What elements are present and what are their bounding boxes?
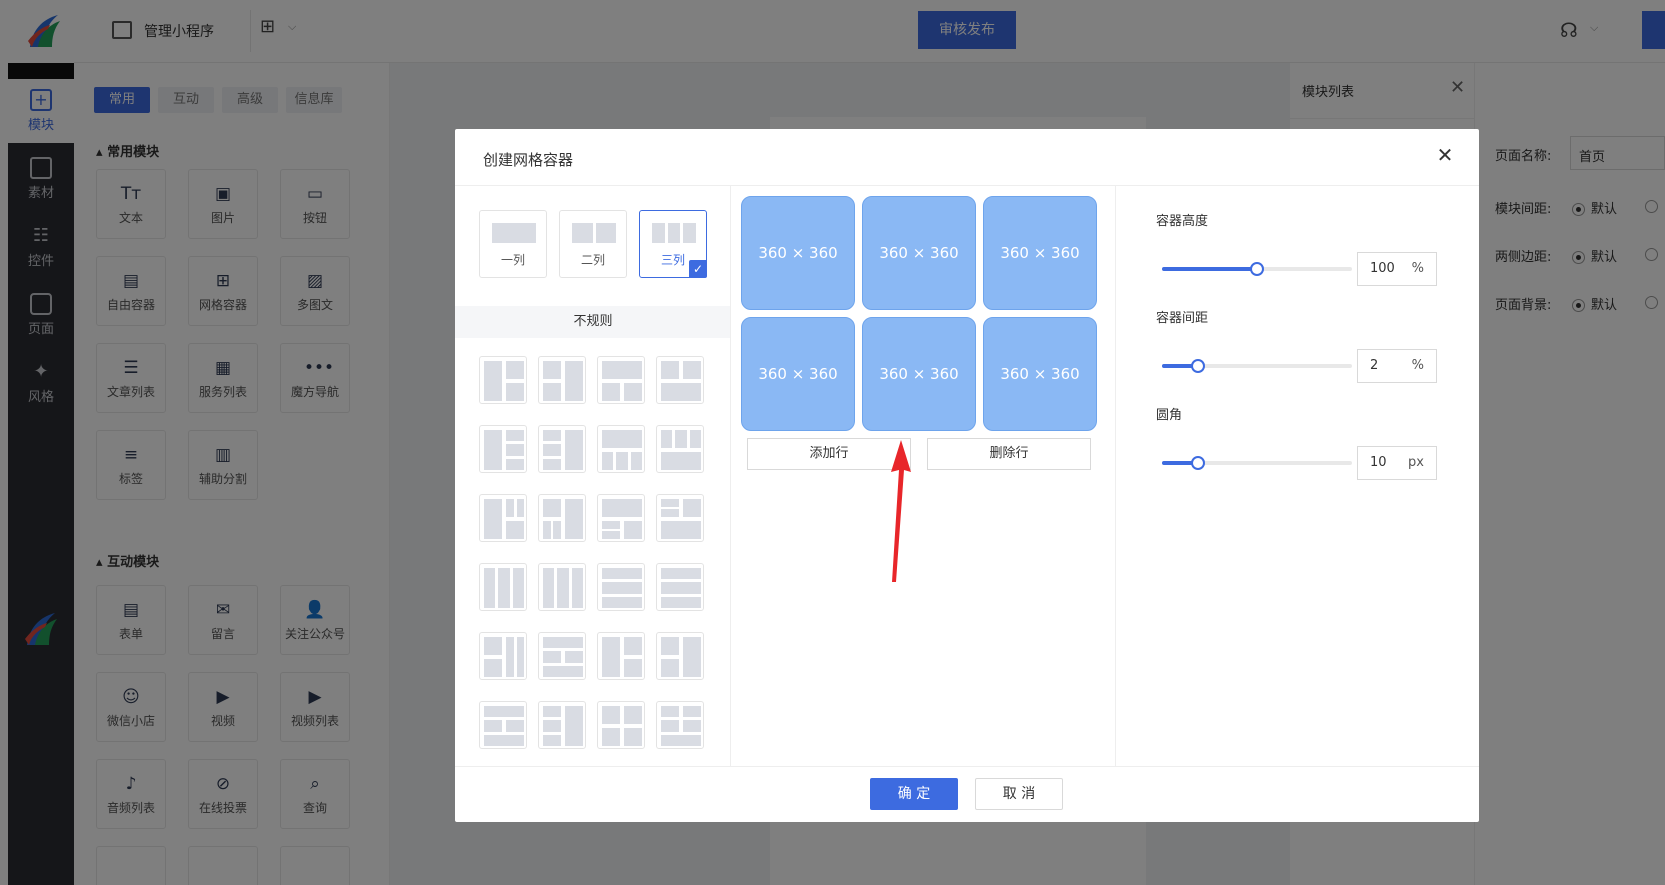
irregular-layout-option[interactable] xyxy=(597,563,645,611)
irregular-layout-option[interactable] xyxy=(597,356,645,404)
corner-radius-input[interactable]: 10 px xyxy=(1357,446,1437,480)
irregular-layout-option[interactable] xyxy=(479,563,527,611)
irregular-layout-option[interactable] xyxy=(538,701,586,749)
irregular-layout-option[interactable] xyxy=(538,425,586,473)
container-gap-label: 容器间距 xyxy=(1156,311,1209,326)
grid-cell[interactable]: 360 × 360 xyxy=(983,196,1097,310)
irregular-layout-option[interactable] xyxy=(479,356,527,404)
irregular-layout-option[interactable] xyxy=(656,425,704,473)
irregular-layout-option[interactable] xyxy=(479,425,527,473)
dialog-title: 创建网格容器 xyxy=(483,151,574,169)
irregular-layout-option[interactable] xyxy=(656,632,704,680)
irregular-layout-option[interactable] xyxy=(656,356,704,404)
irregular-layout-option[interactable] xyxy=(538,356,586,404)
slider-handle[interactable] xyxy=(1191,359,1206,373)
irregular-layout-option[interactable] xyxy=(479,632,527,680)
irregular-layout-option[interactable] xyxy=(597,632,645,680)
container-height-label: 容器高度 xyxy=(1156,214,1209,229)
grid-cell[interactable]: 360 × 360 xyxy=(862,196,976,310)
irregular-layout-option[interactable] xyxy=(479,494,527,542)
slider-handle[interactable] xyxy=(1250,262,1264,276)
layout-option-3-col[interactable]: 三列 ✓ xyxy=(639,210,707,278)
irregular-layout-option[interactable] xyxy=(597,701,645,749)
check-icon: ✓ xyxy=(689,260,707,278)
close-icon[interactable]: ✕ xyxy=(1433,143,1457,167)
irregular-layout-option[interactable] xyxy=(656,563,704,611)
container-gap-input[interactable]: 2% xyxy=(1357,349,1437,383)
container-gap-slider[interactable] xyxy=(1162,359,1352,373)
corner-radius-slider[interactable] xyxy=(1162,456,1352,470)
grid-cell[interactable]: 360 × 360 xyxy=(741,196,855,310)
slider-fill xyxy=(1162,267,1257,271)
layout-options-column: 一列 二列 三列 ✓ 不规则 xyxy=(455,186,731,766)
irregular-layout-option[interactable] xyxy=(656,701,704,749)
irregular-layout-option[interactable] xyxy=(538,494,586,542)
irregular-layout-option[interactable] xyxy=(656,494,704,542)
grid-preview-column: 360 × 360 360 × 360 360 × 360 360 × 360 360 … xyxy=(731,186,1116,766)
grid-cell[interactable]: 360 × 360 xyxy=(741,317,855,431)
red-arrow-annotation xyxy=(891,440,911,582)
container-height-input[interactable]: 100% xyxy=(1357,252,1437,286)
corner-radius-label: 圆角 xyxy=(1156,408,1183,423)
irregular-layout-option[interactable] xyxy=(597,494,645,542)
slider-handle[interactable] xyxy=(1191,456,1206,470)
grid-cell[interactable]: 360 × 360 xyxy=(983,317,1097,431)
irregular-layout-option[interactable] xyxy=(538,563,586,611)
irregular-layout-option[interactable] xyxy=(597,425,645,473)
layout-preview xyxy=(492,223,536,243)
irregular-label: 不规则 xyxy=(455,306,730,338)
create-grid-container-dialog: 创建网格容器 ✕ 一列 二列 三列 ✓ 不规则 360 × 360 360 × 360 3… xyxy=(455,129,1479,822)
container-height-slider[interactable] xyxy=(1162,262,1352,276)
cancel-button[interactable]: 取 消 xyxy=(975,778,1063,810)
irregular-layout-option[interactable] xyxy=(479,701,527,749)
properties-column: 容器高度 100% 容器间距 2% 圆角 10 px xyxy=(1116,186,1479,766)
layout-option-1-col[interactable]: 一列 xyxy=(479,210,547,278)
irregular-layout-option[interactable] xyxy=(538,632,586,680)
layout-preview xyxy=(572,223,616,243)
layout-preview xyxy=(652,223,697,243)
confirm-button[interactable]: 确 定 xyxy=(870,778,958,810)
delete-row-button[interactable]: 删除行 xyxy=(927,438,1091,470)
divider xyxy=(455,766,1479,767)
grid-cell[interactable]: 360 × 360 xyxy=(862,317,976,431)
layout-option-2-col[interactable]: 二列 xyxy=(559,210,627,278)
